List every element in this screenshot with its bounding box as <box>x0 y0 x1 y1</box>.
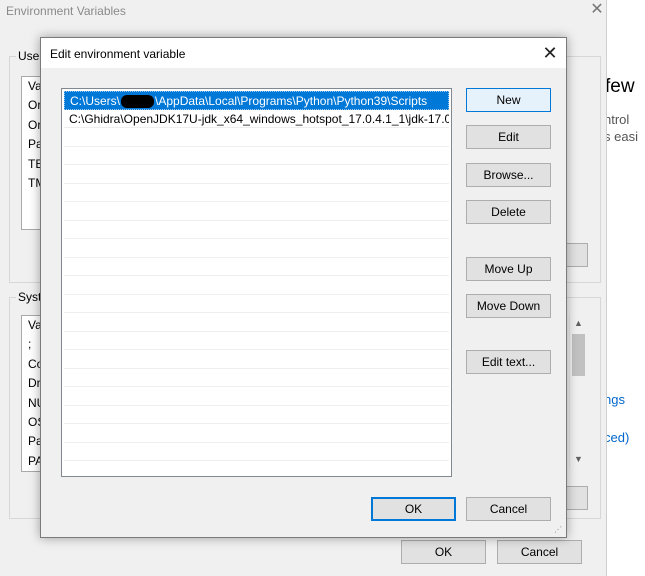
empty-path-row[interactable] <box>64 387 449 406</box>
path-entries-list[interactable]: C:\Users\ \AppData\Local\Programs\Python\… <box>61 88 452 477</box>
user-delete-button[interactable] <box>566 243 588 267</box>
empty-path-row[interactable] <box>64 165 449 184</box>
resize-grip-icon[interactable]: ⋰ <box>554 525 564 535</box>
edit-button[interactable]: Edit <box>466 125 551 149</box>
redaction-mark <box>121 95 155 109</box>
empty-path-row[interactable] <box>64 184 449 202</box>
empty-path-row[interactable] <box>64 313 449 332</box>
edit-environment-variable-dialog: Edit environment variable ✕ C:\Users\ \Ap… <box>40 37 567 538</box>
cancel-button[interactable]: Cancel <box>466 497 551 521</box>
empty-path-row[interactable] <box>64 424 449 443</box>
panel-link-1[interactable]: ngs <box>607 392 625 407</box>
move-up-button[interactable]: Move Up <box>466 257 551 281</box>
ok-button[interactable]: OK <box>371 497 456 521</box>
close-icon[interactable]: ✕ <box>588 0 606 20</box>
browse-button[interactable]: Browse... <box>466 163 551 187</box>
bg-ok-button[interactable]: OK <box>401 540 486 564</box>
path-prefix: C:\Users\ <box>70 94 121 108</box>
scroll-thumb[interactable] <box>572 334 585 376</box>
empty-path-row[interactable] <box>64 461 449 476</box>
close-icon[interactable]: ✕ <box>537 40 563 66</box>
empty-path-row[interactable] <box>64 147 449 165</box>
empty-path-row[interactable] <box>64 443 449 461</box>
empty-path-row[interactable] <box>64 350 449 369</box>
empty-path-row[interactable] <box>64 258 449 276</box>
panel-line-2: s easi <box>607 129 638 144</box>
empty-path-row[interactable] <box>64 295 449 313</box>
path-suffix: \AppData\Local\Programs\Python\Python39\… <box>155 94 428 108</box>
empty-path-row[interactable] <box>64 369 449 387</box>
system-delete-button[interactable] <box>566 486 588 510</box>
bg-cancel-button[interactable]: Cancel <box>497 540 582 564</box>
scroll-down-icon[interactable]: ▼ <box>570 451 587 468</box>
panel-line-1: ntrol <box>607 112 630 127</box>
empty-path-row[interactable] <box>64 332 449 350</box>
system-list-scrollbar[interactable]: ▲ ▼ <box>569 315 587 468</box>
empty-path-row[interactable] <box>64 276 449 295</box>
dialog-title: Edit environment variable <box>50 47 186 61</box>
new-button[interactable]: New <box>466 88 551 112</box>
path-entry[interactable]: C:\Users\ \AppData\Local\Programs\Python\… <box>64 91 449 110</box>
dialog-titlebar: Edit environment variable ✕ <box>41 38 566 68</box>
path-prefix: C:\Ghidra\OpenJDK17U-jdk_x64_windows_hot… <box>69 111 449 126</box>
empty-path-row[interactable] <box>64 406 449 424</box>
settings-side-panel: few ntrol s easi ngs ced) <box>607 0 645 576</box>
path-entry[interactable]: C:\Ghidra\OpenJDK17U-jdk_x64_windows_hot… <box>64 110 449 128</box>
panel-heading: few <box>607 76 635 97</box>
empty-path-row[interactable] <box>64 202 449 221</box>
empty-path-row[interactable] <box>64 221 449 239</box>
panel-link-2[interactable]: ced) <box>607 430 629 445</box>
edit-text-button[interactable]: Edit text... <box>466 350 551 374</box>
delete-button[interactable]: Delete <box>466 200 551 224</box>
empty-path-row[interactable] <box>64 128 449 147</box>
scroll-up-icon[interactable]: ▲ <box>570 315 587 332</box>
empty-path-row[interactable] <box>64 239 449 258</box>
move-down-button[interactable]: Move Down <box>466 294 551 318</box>
window-title: Environment Variables <box>6 4 126 18</box>
